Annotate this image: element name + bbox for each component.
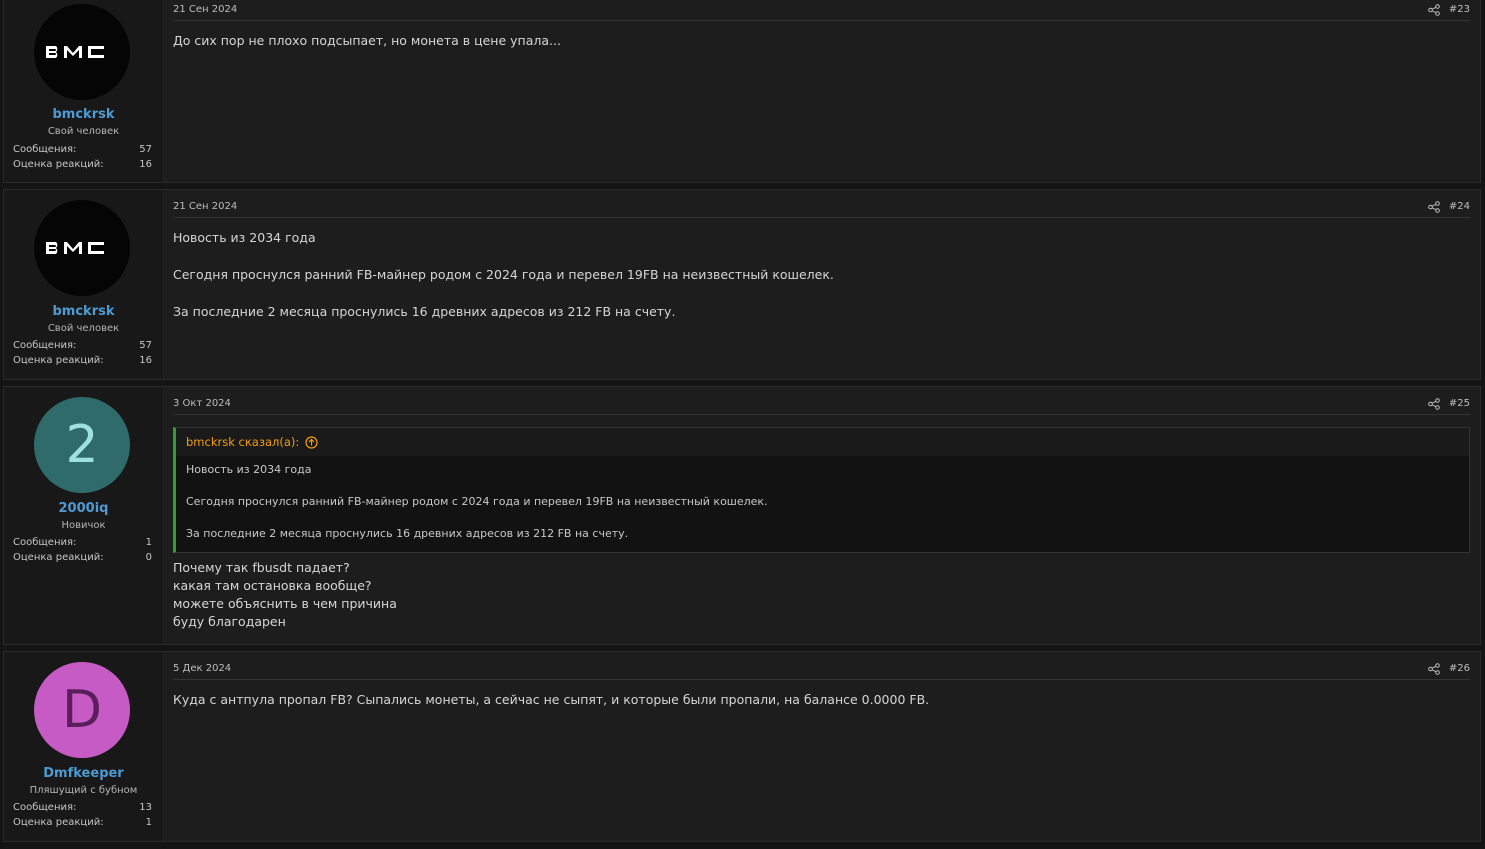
stat-label: Оценка реакций:: [13, 355, 104, 366]
share-icon[interactable]: [1428, 4, 1440, 16]
stat-value: 16: [139, 355, 152, 366]
quote-author[interactable]: bmckrsk сказал(а):: [186, 435, 299, 449]
stat-reactions: Оценка реакций: 16: [13, 159, 152, 170]
username-link[interactable]: bmckrsk: [4, 107, 163, 122]
stat-label: Оценка реакций:: [13, 159, 104, 170]
message-text: Сегодня проснулся ранний FB-майнер родом…: [173, 267, 834, 282]
stat-messages: Сообщения: 13: [13, 802, 152, 813]
stat-reactions: Оценка реакций: 1: [13, 817, 152, 828]
post-number-link[interactable]: #23: [1449, 4, 1470, 15]
stat-label: Оценка реакций:: [13, 817, 104, 828]
post-content: 21 Сен 2024 #23 До сих пор не плохо подс…: [173, 0, 1470, 182]
user-title: Свой человек: [47, 126, 120, 137]
avatar-letter: D: [61, 680, 103, 740]
post-header: 5 Дек 2024 #26: [173, 663, 1470, 680]
post-number-link[interactable]: #25: [1449, 398, 1470, 409]
stat-value: 0: [145, 552, 152, 563]
stat-label: Сообщения:: [13, 802, 77, 813]
post-date[interactable]: 21 Сен 2024: [173, 201, 237, 212]
stat-label: Сообщения:: [13, 340, 77, 351]
user-title: Свой человек: [47, 323, 120, 334]
stat-reactions: Оценка реакций: 16: [13, 355, 152, 366]
post-content: 21 Сен 2024 #24 Новость из 2034 года Сег…: [173, 190, 1470, 379]
message-body: Новость из 2034 года Сегодня проснулся р…: [173, 229, 1470, 321]
post-content: 3 Окт 2024 #25 bmckrsk сказал(а): Новост…: [173, 387, 1470, 644]
message-body: До сих пор не плохо подсыпает, но монета…: [173, 32, 1470, 50]
share-icon[interactable]: [1428, 201, 1440, 213]
stat-value: 16: [139, 159, 152, 170]
bmc-logo-icon: [46, 242, 104, 254]
stat-value[interactable]: 57: [139, 340, 152, 351]
stat-label: Сообщения:: [13, 144, 77, 155]
username-link[interactable]: 2000iq: [4, 501, 163, 516]
message-body: Куда с антпула пропал FB? Сыпались монет…: [173, 691, 1470, 709]
post-content: 5 Дек 2024 #26 Куда с антпула пропал FB?…: [173, 652, 1470, 841]
share-icon[interactable]: [1428, 663, 1440, 675]
stat-messages: Сообщения: 1: [13, 537, 152, 548]
stat-messages: Сообщения: 57: [13, 144, 152, 155]
bmc-logo-icon: [46, 46, 104, 58]
stat-reactions: Оценка реакций: 0: [13, 552, 152, 563]
stat-value[interactable]: 13: [139, 802, 152, 813]
stat-value: 1: [145, 817, 152, 828]
stat-value[interactable]: 1: [146, 537, 152, 548]
post-date[interactable]: 5 Дек 2024: [173, 663, 231, 674]
stat-messages: Сообщения: 57: [13, 340, 152, 351]
user-info: bmckrsk Свой человек Сообщения: 57 Оценк…: [4, 190, 164, 379]
post-date[interactable]: 3 Окт 2024: [173, 398, 231, 409]
avatar[interactable]: [34, 200, 130, 296]
user-title: Новичок: [61, 520, 106, 531]
user-title: Пляшущий с бубном: [29, 785, 138, 796]
message-text: Почему так fbusdt падает?: [173, 560, 350, 575]
avatar[interactable]: 2: [34, 397, 130, 493]
user-info: 2 2000iq Новичок Сообщения: 1 Оценка реа…: [4, 387, 164, 644]
message-text: буду благодарен: [173, 614, 286, 629]
share-icon[interactable]: [1428, 398, 1440, 410]
post-number-link[interactable]: #24: [1449, 201, 1470, 212]
post-25: 2 2000iq Новичок Сообщения: 1 Оценка реа…: [3, 386, 1481, 645]
avatar-letter: 2: [65, 415, 99, 475]
stat-label: Сообщения:: [13, 537, 77, 548]
quote-text: Новость из 2034 года: [186, 463, 312, 476]
message-text: За последние 2 месяца проснулись 16 древ…: [173, 304, 676, 319]
message-text: Новость из 2034 года: [173, 230, 316, 245]
post-23: bmckrsk Свой человек Сообщения: 57 Оценк…: [3, 0, 1481, 183]
quote-text: Сегодня проснулся ранний FB-майнер родом…: [186, 495, 768, 508]
message-text: можете объяснить в чем причина: [173, 596, 397, 611]
quote-block: bmckrsk сказал(а): Новость из 2034 года …: [173, 427, 1470, 553]
avatar[interactable]: D: [34, 662, 130, 758]
stat-value[interactable]: 57: [139, 144, 152, 155]
post-26: D Dmfkeeper Пляшущий с бубном Сообщения:…: [3, 651, 1481, 842]
quote-content: Новость из 2034 года Сегодня проснулся р…: [176, 456, 1469, 540]
post-header: 3 Окт 2024 #25: [173, 398, 1470, 415]
post-number-link[interactable]: #26: [1449, 663, 1470, 674]
quote-text: За последние 2 месяца проснулись 16 древ…: [186, 527, 629, 540]
stat-label: Оценка реакций:: [13, 552, 104, 563]
username-link[interactable]: Dmfkeeper: [4, 766, 163, 781]
user-info: D Dmfkeeper Пляшущий с бубном Сообщения:…: [4, 652, 164, 841]
post-date[interactable]: 21 Сен 2024: [173, 4, 237, 15]
avatar[interactable]: [34, 4, 130, 100]
message-text: Куда с антпула пропал FB? Сыпались монет…: [173, 692, 930, 707]
message-text: какая там остановка вообще?: [173, 578, 372, 593]
message-text: До сих пор не плохо подсыпает, но монета…: [173, 33, 561, 48]
post-24: bmckrsk Свой человек Сообщения: 57 Оценк…: [3, 189, 1481, 380]
quote-header[interactable]: bmckrsk сказал(а):: [176, 428, 1469, 456]
username-link[interactable]: bmckrsk: [4, 304, 163, 319]
post-header: 21 Сен 2024 #24: [173, 201, 1470, 218]
post-header: 21 Сен 2024 #23: [173, 4, 1470, 21]
user-info: bmckrsk Свой человек Сообщения: 57 Оценк…: [4, 0, 164, 182]
message-body: Почему так fbusdt падает? какая там оста…: [173, 559, 1470, 631]
arrow-up-circle-icon[interactable]: [305, 435, 318, 449]
